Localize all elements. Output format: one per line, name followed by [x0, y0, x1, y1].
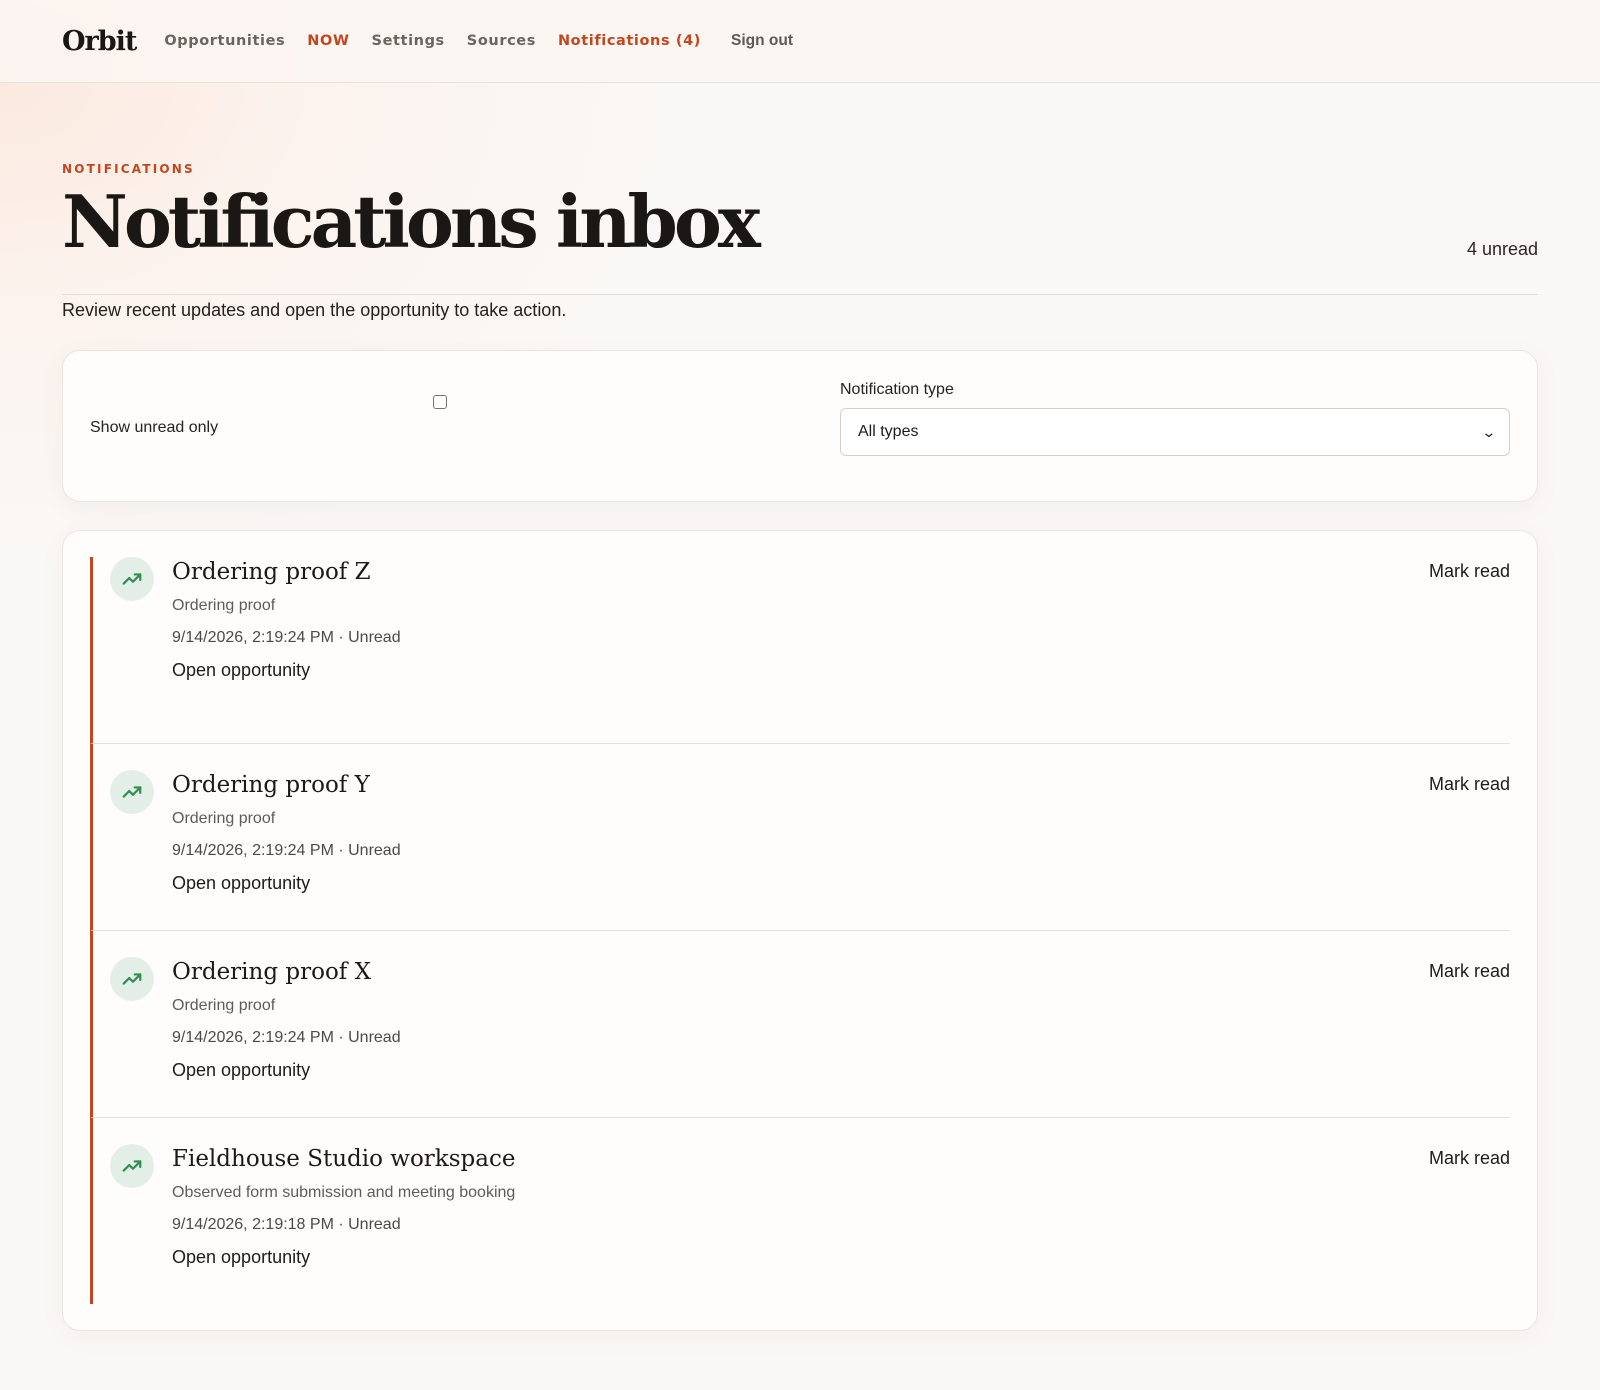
top-nav-bar: Orbit Opportunities NOW Settings Sources Not…: [0, 0, 1600, 83]
notification-title: Ordering proof Y: [172, 772, 370, 798]
notification-meta: 9/14/2026, 2:19:24 PM · Unread: [172, 842, 401, 859]
sign-out-link[interactable]: Sign out: [731, 32, 793, 50]
notification-description: Ordering proof: [172, 597, 276, 614]
open-opportunity-link[interactable]: Open opportunity: [172, 873, 401, 894]
page-eyebrow: NOTIFICATIONS: [62, 162, 195, 176]
notification-item: Ordering proof X Ordering proof 9/14/202…: [90, 931, 1510, 1118]
notification-description: Observed form submission and meeting boo…: [172, 1184, 516, 1201]
nav-opportunities[interactable]: Opportunities: [164, 33, 285, 49]
notification-title: Ordering proof X: [172, 959, 371, 985]
notification-item: Ordering proof Z Ordering proof 9/14/202…: [90, 557, 1510, 744]
nav-now[interactable]: NOW: [307, 33, 349, 49]
unread-count: 4 unread: [1466, 239, 1538, 259]
notification-type-label: Notification type: [840, 381, 954, 398]
trending-up-icon: [110, 557, 154, 601]
main-nav: Opportunities NOW Settings Sources Notificat…: [164, 32, 815, 50]
notification-meta: 9/14/2026, 2:19:24 PM · Unread: [172, 1029, 401, 1046]
mark-read-button[interactable]: Mark read: [1429, 1148, 1510, 1169]
notification-type-select[interactable]: All types ⌄: [840, 408, 1510, 456]
notification-type-value: All types: [858, 423, 919, 440]
mark-read-button[interactable]: Mark read: [1429, 774, 1510, 795]
type-filter: Notification type All types ⌄: [840, 351, 1510, 501]
notification-description: Ordering proof: [172, 997, 276, 1014]
trending-up-icon: [110, 770, 154, 814]
page-title: Notifications inbox: [62, 179, 761, 264]
notification-description: Ordering proof: [172, 810, 276, 827]
nav-settings[interactable]: Settings: [372, 33, 445, 49]
notification-title: Ordering proof Z: [172, 559, 371, 585]
nav-sources[interactable]: Sources: [467, 33, 536, 49]
page-header: Notifications inbox 4 unread: [62, 180, 1538, 295]
open-opportunity-link[interactable]: Open opportunity: [172, 1247, 515, 1268]
open-opportunity-link[interactable]: Open opportunity: [172, 1060, 401, 1081]
filters-card: Show unread only Notification type All t…: [62, 350, 1538, 502]
nav-notifications[interactable]: Notifications (4): [558, 33, 701, 49]
unread-filter: Show unread only: [90, 351, 840, 501]
logo[interactable]: Orbit: [62, 26, 137, 57]
page-subtitle: Review recent updates and open the oppor…: [62, 300, 567, 320]
notification-meta: 9/14/2026, 2:19:24 PM · Unread: [172, 629, 401, 646]
unread-only-label[interactable]: Show unread only: [90, 419, 218, 437]
notification-meta: 9/14/2026, 2:19:18 PM · Unread: [172, 1216, 401, 1233]
notification-item: Fieldhouse Studio workspace Observed for…: [90, 1118, 1510, 1304]
open-opportunity-link[interactable]: Open opportunity: [172, 660, 401, 681]
notification-title: Fieldhouse Studio workspace: [172, 1146, 516, 1172]
notification-item: Ordering proof Y Ordering proof 9/14/202…: [90, 744, 1510, 931]
mark-read-button[interactable]: Mark read: [1429, 961, 1510, 982]
trending-up-icon: [110, 1144, 154, 1188]
trending-up-icon: [110, 957, 154, 1001]
mark-read-button[interactable]: Mark read: [1429, 561, 1510, 582]
chevron-down-icon: ⌄: [1481, 423, 1497, 440]
unread-only-checkbox[interactable]: [433, 395, 447, 409]
notification-list: Ordering proof Z Ordering proof 9/14/202…: [62, 530, 1538, 1331]
main-content: NOTIFICATIONS Notifications inbox 4 unre…: [0, 162, 1600, 1331]
